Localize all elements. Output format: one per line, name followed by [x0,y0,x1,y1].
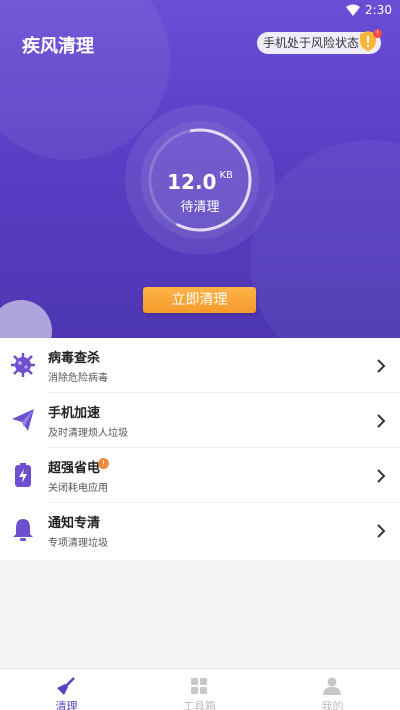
tab-mine[interactable]: 我的 [266,669,399,710]
tab-label: 我的 [321,700,344,710]
list-item-title: 通知专清 [48,516,101,531]
list-item-subtitle: 专项清理垃圾 [48,538,108,549]
virus-icon [11,353,35,377]
tab-label: 清理 [55,700,78,710]
bell-icon [13,519,33,541]
list-item-phone-boost[interactable]: 手机加速 及时清理烦人垃圾 [0,393,400,448]
junk-size-value: 12.0 [167,170,217,194]
list-item-title: 病毒查杀 [48,351,101,366]
user-icon [323,677,341,695]
bottom-tab-bar: 清理 工具箱 我的 [0,668,400,710]
list-item-power-saving[interactable]: 超强省电 ! 关闭耗电应用 [0,448,400,503]
junk-size-label: 待清理 [180,200,220,215]
list-item-subtitle: 关闭耗电应用 [48,483,108,494]
battery-icon [15,463,31,487]
paper-plane-icon [12,409,34,431]
app-title: 疾风清理 [22,36,94,57]
list-item-virus-scan[interactable]: 病毒查杀 消除危险病毒 [0,338,400,393]
chevron-right-icon [377,414,386,428]
clean-now-button[interactable]: 立即清理 [143,287,256,313]
list-item-subtitle: 消除危险病毒 [48,373,108,384]
alert-badge: ! [98,458,109,469]
tab-label: 工具箱 [183,700,216,710]
decor-bubble [0,300,52,338]
wifi-icon [346,4,360,16]
tab-toolbox[interactable]: 工具箱 [133,669,266,710]
junk-size-unit: KB [219,170,233,181]
hero-panel: 2:30 疾风清理 手机处于风险状态 ! 12.0 KB 待清理 立即清理 [0,0,400,338]
chevron-right-icon [377,524,386,538]
feature-list: 病毒查杀 消除危险病毒 手机加速 及时清理烦人垃圾 超强省电 ! 关闭耗电应用 … [0,338,400,560]
broom-icon [57,677,75,695]
tab-clean[interactable]: 清理 [0,669,133,710]
list-item-notification-clean[interactable]: 通知专清 专项清理垃圾 [0,503,400,558]
status-time: 2:30 [365,3,392,17]
status-bar: 2:30 [0,0,400,22]
risk-status-text: 手机处于风险状态 [263,36,360,50]
risk-badge: ! [373,29,382,38]
grid-icon [191,678,207,694]
list-item-title: 超强省电 [48,461,101,476]
list-item-subtitle: 及时清理烦人垃圾 [48,428,128,439]
junk-size: 12.0 KB [160,170,240,194]
list-item-title: 手机加速 [48,406,101,421]
chevron-right-icon [377,469,386,483]
chevron-right-icon [377,359,386,373]
